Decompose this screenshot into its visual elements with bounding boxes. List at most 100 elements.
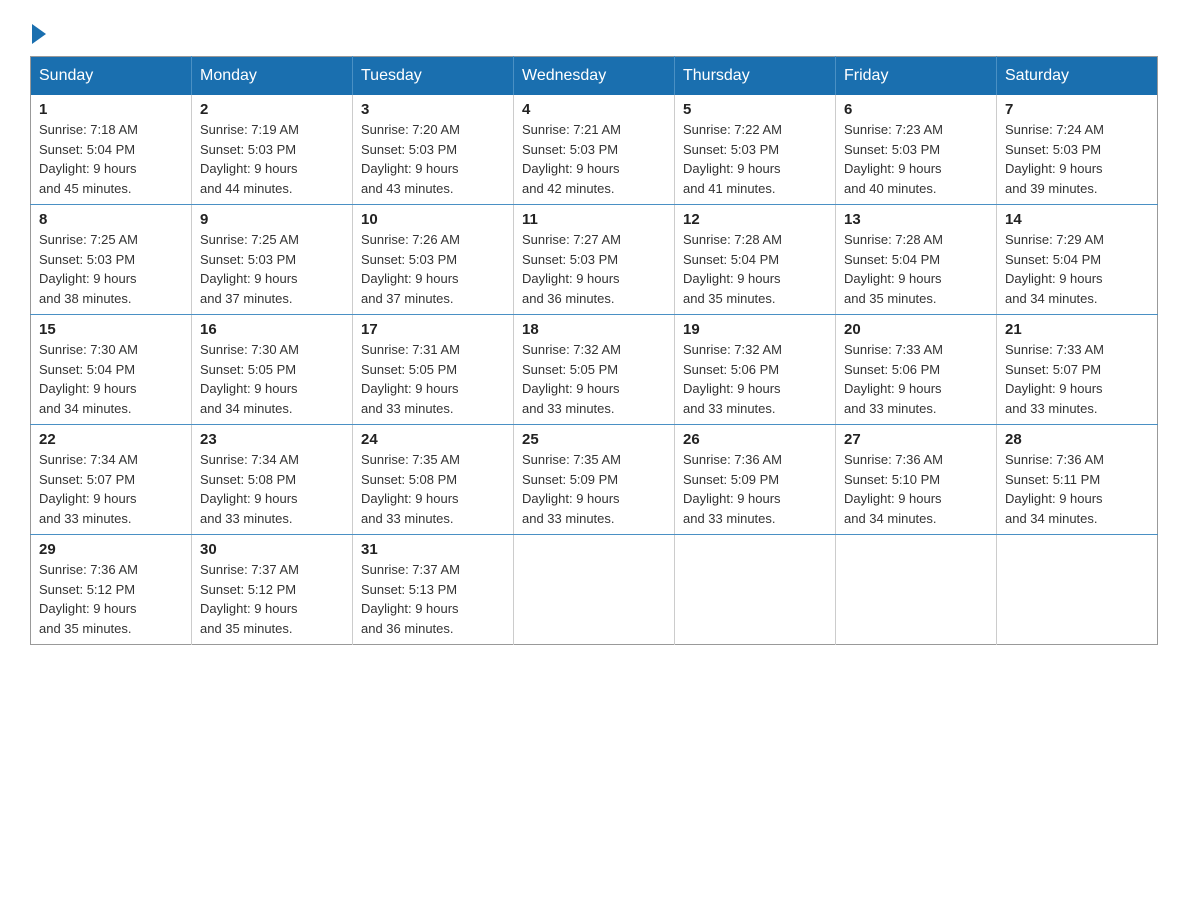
calendar-cell: 3 Sunrise: 7:20 AM Sunset: 5:03 PM Dayli… [353, 95, 514, 205]
calendar-day-header: Friday [836, 57, 997, 96]
calendar-cell [836, 535, 997, 645]
calendar-cell: 15 Sunrise: 7:30 AM Sunset: 5:04 PM Dayl… [31, 315, 192, 425]
calendar-cell: 28 Sunrise: 7:36 AM Sunset: 5:11 PM Dayl… [997, 425, 1158, 535]
day-info: Sunrise: 7:18 AM Sunset: 5:04 PM Dayligh… [39, 120, 183, 198]
calendar-cell: 25 Sunrise: 7:35 AM Sunset: 5:09 PM Dayl… [514, 425, 675, 535]
day-number: 24 [361, 431, 505, 448]
day-info: Sunrise: 7:32 AM Sunset: 5:06 PM Dayligh… [683, 340, 827, 418]
calendar-week-row: 15 Sunrise: 7:30 AM Sunset: 5:04 PM Dayl… [31, 315, 1158, 425]
calendar-cell: 22 Sunrise: 7:34 AM Sunset: 5:07 PM Dayl… [31, 425, 192, 535]
calendar-week-row: 1 Sunrise: 7:18 AM Sunset: 5:04 PM Dayli… [31, 95, 1158, 205]
day-number: 11 [522, 211, 666, 228]
calendar-cell [997, 535, 1158, 645]
day-info: Sunrise: 7:25 AM Sunset: 5:03 PM Dayligh… [200, 230, 344, 308]
day-info: Sunrise: 7:34 AM Sunset: 5:08 PM Dayligh… [200, 450, 344, 528]
calendar-cell: 29 Sunrise: 7:36 AM Sunset: 5:12 PM Dayl… [31, 535, 192, 645]
day-info: Sunrise: 7:37 AM Sunset: 5:13 PM Dayligh… [361, 560, 505, 638]
day-info: Sunrise: 7:35 AM Sunset: 5:08 PM Dayligh… [361, 450, 505, 528]
day-info: Sunrise: 7:31 AM Sunset: 5:05 PM Dayligh… [361, 340, 505, 418]
calendar-day-header: Tuesday [353, 57, 514, 96]
calendar-header-row: SundayMondayTuesdayWednesdayThursdayFrid… [31, 57, 1158, 96]
calendar-cell: 18 Sunrise: 7:32 AM Sunset: 5:05 PM Dayl… [514, 315, 675, 425]
calendar-cell: 17 Sunrise: 7:31 AM Sunset: 5:05 PM Dayl… [353, 315, 514, 425]
calendar-cell: 6 Sunrise: 7:23 AM Sunset: 5:03 PM Dayli… [836, 95, 997, 205]
calendar-cell: 16 Sunrise: 7:30 AM Sunset: 5:05 PM Dayl… [192, 315, 353, 425]
calendar-cell: 30 Sunrise: 7:37 AM Sunset: 5:12 PM Dayl… [192, 535, 353, 645]
calendar-cell: 20 Sunrise: 7:33 AM Sunset: 5:06 PM Dayl… [836, 315, 997, 425]
day-number: 4 [522, 101, 666, 118]
calendar-cell: 7 Sunrise: 7:24 AM Sunset: 5:03 PM Dayli… [997, 95, 1158, 205]
day-info: Sunrise: 7:29 AM Sunset: 5:04 PM Dayligh… [1005, 230, 1149, 308]
day-info: Sunrise: 7:21 AM Sunset: 5:03 PM Dayligh… [522, 120, 666, 198]
day-number: 25 [522, 431, 666, 448]
day-number: 10 [361, 211, 505, 228]
day-info: Sunrise: 7:36 AM Sunset: 5:11 PM Dayligh… [1005, 450, 1149, 528]
day-info: Sunrise: 7:24 AM Sunset: 5:03 PM Dayligh… [1005, 120, 1149, 198]
day-info: Sunrise: 7:22 AM Sunset: 5:03 PM Dayligh… [683, 120, 827, 198]
day-info: Sunrise: 7:35 AM Sunset: 5:09 PM Dayligh… [522, 450, 666, 528]
calendar-day-header: Thursday [675, 57, 836, 96]
calendar-cell: 2 Sunrise: 7:19 AM Sunset: 5:03 PM Dayli… [192, 95, 353, 205]
day-info: Sunrise: 7:30 AM Sunset: 5:04 PM Dayligh… [39, 340, 183, 418]
day-info: Sunrise: 7:28 AM Sunset: 5:04 PM Dayligh… [683, 230, 827, 308]
day-number: 18 [522, 321, 666, 338]
day-number: 17 [361, 321, 505, 338]
day-number: 3 [361, 101, 505, 118]
calendar-cell: 10 Sunrise: 7:26 AM Sunset: 5:03 PM Dayl… [353, 205, 514, 315]
calendar-day-header: Saturday [997, 57, 1158, 96]
day-number: 1 [39, 101, 183, 118]
calendar-week-row: 8 Sunrise: 7:25 AM Sunset: 5:03 PM Dayli… [31, 205, 1158, 315]
calendar-cell: 23 Sunrise: 7:34 AM Sunset: 5:08 PM Dayl… [192, 425, 353, 535]
calendar-cell: 24 Sunrise: 7:35 AM Sunset: 5:08 PM Dayl… [353, 425, 514, 535]
day-number: 22 [39, 431, 183, 448]
day-number: 20 [844, 321, 988, 338]
calendar-cell: 31 Sunrise: 7:37 AM Sunset: 5:13 PM Dayl… [353, 535, 514, 645]
day-info: Sunrise: 7:25 AM Sunset: 5:03 PM Dayligh… [39, 230, 183, 308]
calendar-cell: 11 Sunrise: 7:27 AM Sunset: 5:03 PM Dayl… [514, 205, 675, 315]
day-number: 14 [1005, 211, 1149, 228]
day-number: 15 [39, 321, 183, 338]
calendar-cell [675, 535, 836, 645]
day-info: Sunrise: 7:32 AM Sunset: 5:05 PM Dayligh… [522, 340, 666, 418]
day-info: Sunrise: 7:34 AM Sunset: 5:07 PM Dayligh… [39, 450, 183, 528]
day-number: 2 [200, 101, 344, 118]
day-info: Sunrise: 7:36 AM Sunset: 5:10 PM Dayligh… [844, 450, 988, 528]
day-info: Sunrise: 7:27 AM Sunset: 5:03 PM Dayligh… [522, 230, 666, 308]
day-info: Sunrise: 7:28 AM Sunset: 5:04 PM Dayligh… [844, 230, 988, 308]
calendar-cell: 4 Sunrise: 7:21 AM Sunset: 5:03 PM Dayli… [514, 95, 675, 205]
day-number: 5 [683, 101, 827, 118]
day-number: 13 [844, 211, 988, 228]
calendar-cell [514, 535, 675, 645]
calendar-day-header: Wednesday [514, 57, 675, 96]
day-info: Sunrise: 7:19 AM Sunset: 5:03 PM Dayligh… [200, 120, 344, 198]
day-number: 16 [200, 321, 344, 338]
calendar-cell: 19 Sunrise: 7:32 AM Sunset: 5:06 PM Dayl… [675, 315, 836, 425]
day-info: Sunrise: 7:26 AM Sunset: 5:03 PM Dayligh… [361, 230, 505, 308]
day-info: Sunrise: 7:36 AM Sunset: 5:09 PM Dayligh… [683, 450, 827, 528]
calendar-cell: 1 Sunrise: 7:18 AM Sunset: 5:04 PM Dayli… [31, 95, 192, 205]
logo-arrow-icon [32, 24, 46, 44]
day-number: 26 [683, 431, 827, 448]
calendar-cell: 8 Sunrise: 7:25 AM Sunset: 5:03 PM Dayli… [31, 205, 192, 315]
calendar-cell: 26 Sunrise: 7:36 AM Sunset: 5:09 PM Dayl… [675, 425, 836, 535]
day-info: Sunrise: 7:36 AM Sunset: 5:12 PM Dayligh… [39, 560, 183, 638]
calendar-cell: 14 Sunrise: 7:29 AM Sunset: 5:04 PM Dayl… [997, 205, 1158, 315]
day-number: 19 [683, 321, 827, 338]
calendar-table: SundayMondayTuesdayWednesdayThursdayFrid… [30, 56, 1158, 645]
day-info: Sunrise: 7:33 AM Sunset: 5:06 PM Dayligh… [844, 340, 988, 418]
day-number: 6 [844, 101, 988, 118]
calendar-cell: 9 Sunrise: 7:25 AM Sunset: 5:03 PM Dayli… [192, 205, 353, 315]
calendar-cell: 21 Sunrise: 7:33 AM Sunset: 5:07 PM Dayl… [997, 315, 1158, 425]
day-number: 28 [1005, 431, 1149, 448]
day-info: Sunrise: 7:33 AM Sunset: 5:07 PM Dayligh… [1005, 340, 1149, 418]
page-header [30, 20, 1158, 36]
calendar-day-header: Monday [192, 57, 353, 96]
day-number: 12 [683, 211, 827, 228]
day-info: Sunrise: 7:37 AM Sunset: 5:12 PM Dayligh… [200, 560, 344, 638]
day-number: 21 [1005, 321, 1149, 338]
day-number: 23 [200, 431, 344, 448]
calendar-day-header: Sunday [31, 57, 192, 96]
calendar-cell: 12 Sunrise: 7:28 AM Sunset: 5:04 PM Dayl… [675, 205, 836, 315]
day-number: 7 [1005, 101, 1149, 118]
day-info: Sunrise: 7:23 AM Sunset: 5:03 PM Dayligh… [844, 120, 988, 198]
